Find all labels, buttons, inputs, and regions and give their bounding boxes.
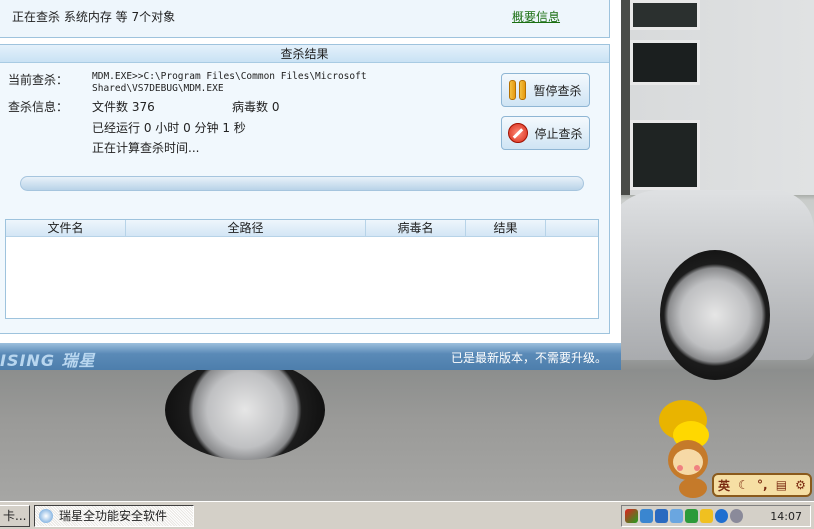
rising-antivirus-window: 正在查杀 系统内存 等 7个对象 概要信息 查杀结果 当前查杀： MDM.EXE… bbox=[0, 0, 621, 370]
wallpaper-wheel bbox=[660, 250, 770, 380]
taskbar: 卡... 瑞星全功能安全软件 14:07 bbox=[0, 501, 814, 529]
pause-scan-label: 暂停查杀 bbox=[533, 83, 582, 98]
current-scan-label: 当前查杀： bbox=[8, 73, 69, 87]
column-header-path[interactable]: 全路径 bbox=[126, 220, 366, 236]
tools-icon[interactable]: ⚙ bbox=[795, 478, 806, 492]
footer-bar: ISING 瑞星 已是最新版本，不需要升级。 bbox=[0, 343, 621, 370]
scan-status-text: 正在查杀 系统内存 等 7个对象 bbox=[12, 10, 176, 24]
scan-results-panel: 查杀结果 当前查杀： MDM.EXE>>C:\Program Files\Com… bbox=[0, 44, 610, 334]
current-scan-path: MDM.EXE>>C:\Program Files\Common Files\M… bbox=[92, 71, 367, 94]
scan-status-panel: 正在查杀 系统内存 等 7个对象 概要信息 bbox=[0, 0, 610, 38]
rising-app-icon bbox=[39, 509, 53, 523]
pause-icon bbox=[509, 80, 527, 100]
tray-shield-icon[interactable] bbox=[655, 509, 668, 523]
taskbar-item-rising[interactable]: 瑞星全功能安全软件 bbox=[34, 505, 194, 527]
punctuation-icon[interactable]: °, bbox=[757, 478, 768, 492]
elapsed-time: 已经运行 0 小时 0 分钟 1 秒 bbox=[92, 121, 246, 135]
tray-sunflower-icon[interactable] bbox=[700, 509, 713, 523]
wallpaper-window bbox=[630, 120, 700, 190]
scan-info-label: 查杀信息： bbox=[8, 100, 69, 114]
moon-icon[interactable]: ☾ bbox=[738, 478, 749, 492]
scan-progress-bar bbox=[20, 176, 584, 191]
taskbar-item[interactable]: 卡... bbox=[0, 505, 30, 527]
wallpaper-wheel bbox=[165, 360, 325, 460]
tray-umbrella-icon[interactable] bbox=[685, 509, 698, 523]
tray-app-icon[interactable] bbox=[625, 509, 638, 523]
taskbar-item-label: 瑞星全功能安全软件 bbox=[59, 509, 168, 523]
column-header-filename[interactable]: 文件名 bbox=[6, 220, 126, 236]
results-table: 文件名 全路径 病毒名 结果 bbox=[5, 219, 599, 319]
column-header-result[interactable]: 结果 bbox=[466, 220, 546, 236]
ime-mode[interactable]: 英 bbox=[718, 477, 730, 494]
tray-volume-icon[interactable] bbox=[730, 509, 743, 523]
virus-count: 病毒数 0 bbox=[232, 100, 280, 114]
keyboard-icon[interactable]: ▤ bbox=[776, 478, 787, 492]
estimating-time: 正在计算查杀时间... bbox=[92, 141, 200, 155]
wallpaper-window bbox=[630, 0, 700, 30]
rising-monkey-mascot-icon bbox=[659, 400, 709, 498]
tray-rising-icon[interactable] bbox=[670, 509, 683, 523]
file-count: 文件数 376 bbox=[92, 100, 155, 114]
system-tray: 14:07 bbox=[621, 505, 811, 527]
update-status: 已是最新版本，不需要升级。 bbox=[450, 351, 607, 365]
stop-scan-button[interactable]: 停止查杀 bbox=[501, 116, 590, 150]
results-title: 查杀结果 bbox=[0, 45, 609, 63]
column-header-virus[interactable]: 病毒名 bbox=[366, 220, 466, 236]
rising-logo: ISING 瑞星 bbox=[0, 351, 96, 370]
table-header: 文件名 全路径 病毒名 结果 bbox=[6, 220, 598, 237]
stop-scan-label: 停止查杀 bbox=[534, 126, 583, 141]
clock[interactable]: 14:07 bbox=[770, 510, 802, 523]
summary-link[interactable]: 概要信息 bbox=[512, 8, 560, 25]
tray-monitor-icon[interactable] bbox=[640, 509, 653, 523]
ime-language-bar[interactable]: 英 ☾ °, ▤ ⚙ bbox=[712, 473, 812, 497]
wallpaper-window bbox=[630, 40, 700, 85]
column-header-blank bbox=[546, 220, 598, 236]
tray-globe-icon[interactable] bbox=[715, 509, 728, 523]
pause-scan-button[interactable]: 暂停查杀 bbox=[501, 73, 590, 107]
stop-icon bbox=[508, 123, 529, 143]
